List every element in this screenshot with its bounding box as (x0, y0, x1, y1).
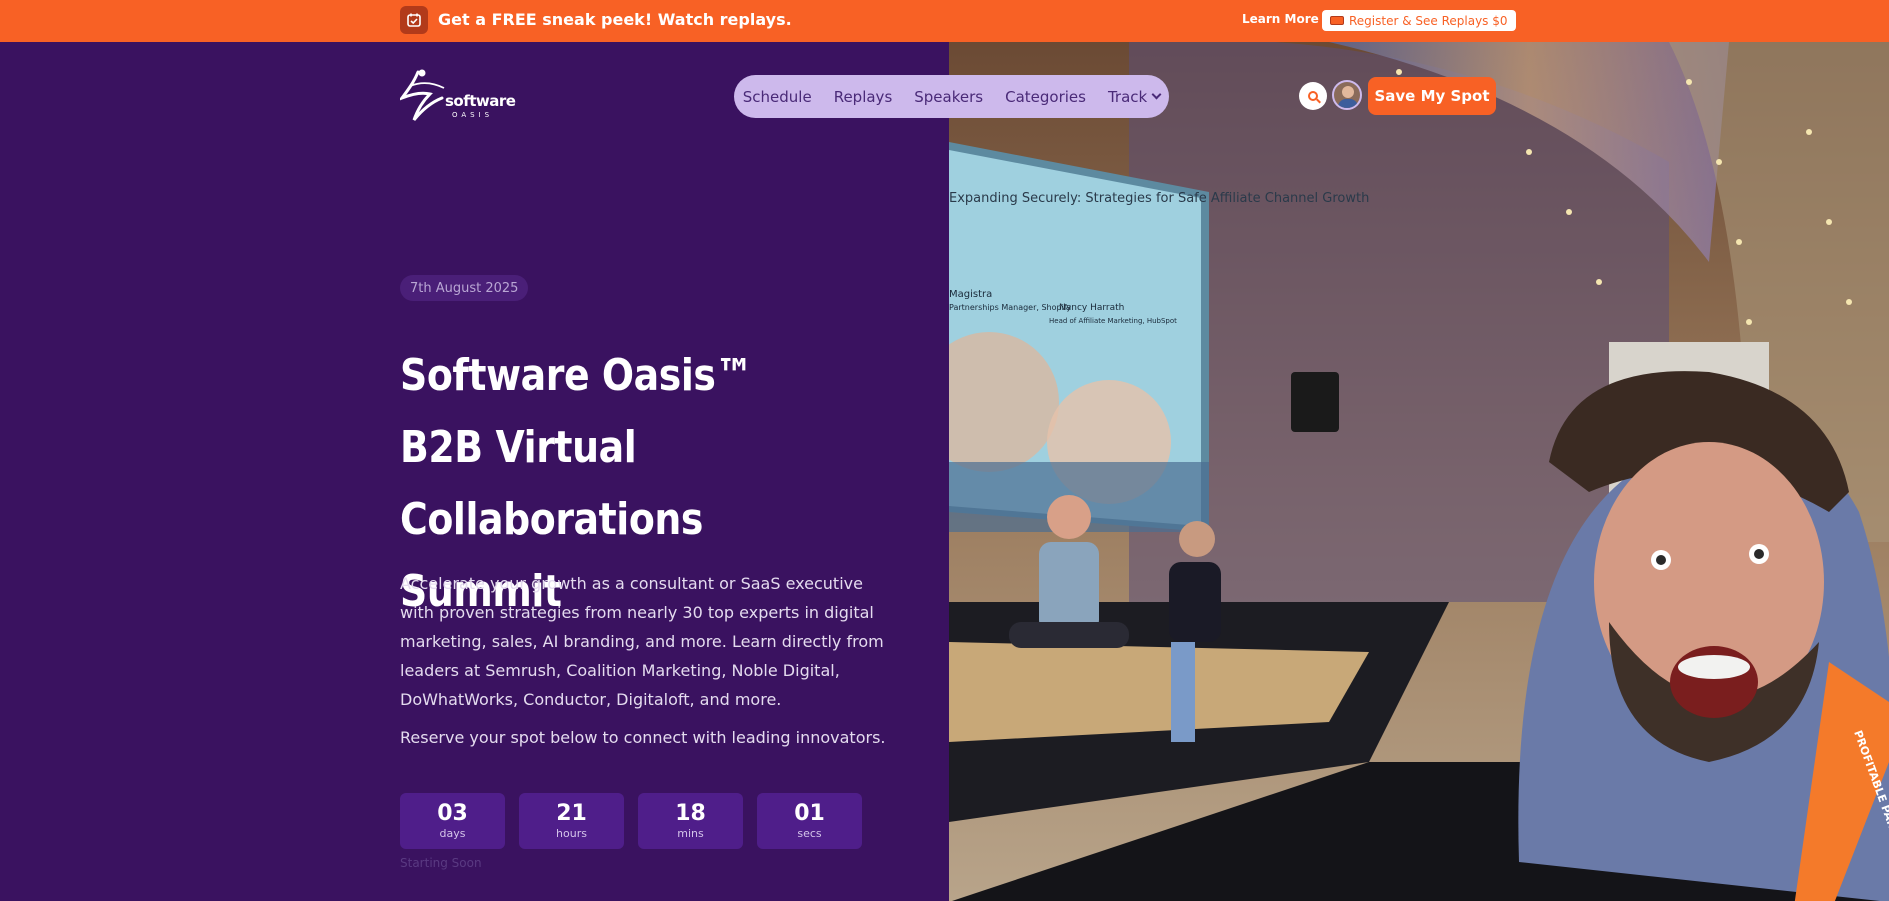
countdown-mins-value: 18 (675, 801, 706, 826)
countdown-mins: 18 mins (638, 793, 743, 849)
countdown-days-value: 03 (437, 801, 468, 826)
countdown-hours: 21 hours (519, 793, 624, 849)
countdown-timer: 03 days 21 hours 18 mins 01 secs (400, 793, 862, 849)
countdown-secs-value: 01 (794, 801, 825, 826)
screen-title-text: Expanding Securely: Strategies for Safe … (949, 191, 1369, 206)
announcement-bar: Get a FREE sneak peek! Watch replays. Le… (0, 0, 1889, 42)
ticket-icon (1330, 16, 1344, 25)
countdown-caption: Starting Soon (400, 856, 482, 870)
nav-track-label: Track (1107, 87, 1148, 106)
countdown-secs: 01 secs (757, 793, 862, 849)
screen-speaker-b-role: Head of Affiliate Marketing, HubSpot (1049, 317, 1177, 325)
nav-replays[interactable]: Replays (834, 88, 893, 106)
conference-photo-illustration: Expanding Securely: Strategies for Safe … (949, 42, 1889, 901)
countdown-mins-label: mins (677, 827, 704, 840)
learn-more-link[interactable]: Learn More (1242, 12, 1319, 26)
hero-reserve-text: Reserve your spot below to connect with … (400, 728, 886, 747)
screen-speaker-a-role: Partnerships Manager, Shopify (949, 303, 1071, 312)
countdown-days-label: days (439, 827, 466, 840)
nav-schedule[interactable]: Schedule (743, 88, 812, 106)
countdown-hours-label: hours (556, 827, 587, 840)
search-icon (1308, 91, 1318, 101)
countdown-secs-label: secs (797, 827, 822, 840)
hero-photo: Expanding Securely: Strategies for Safe … (949, 42, 1889, 901)
nav-speakers[interactable]: Speakers (914, 88, 983, 106)
main-nav: Schedule Replays Speakers Categories Tra… (734, 75, 1169, 118)
logo-subtext: OASIS (452, 111, 494, 119)
calendar-check-icon (400, 6, 428, 34)
event-date-badge: 7th August 2025 (400, 275, 529, 301)
countdown-hours-value: 21 (556, 801, 587, 826)
countdown-days: 03 days (400, 793, 505, 849)
avatar[interactable] (1332, 80, 1362, 110)
hero-description: Accelerate your growth as a consultant o… (400, 574, 884, 709)
nav-track[interactable]: Track (1107, 87, 1162, 106)
nav-categories[interactable]: Categories (1005, 88, 1086, 106)
screen-speaker-b: Nancy Harrath (1059, 303, 1124, 313)
screen-speaker-a: Magistra (949, 289, 992, 300)
chevron-down-icon (1151, 89, 1162, 100)
register-replays-button[interactable]: Register & See Replays $0 (1322, 10, 1516, 31)
register-replays-label: Register & See Replays $0 (1349, 13, 1508, 28)
logo-wordmark: software (445, 92, 516, 110)
announcement-text: Get a FREE sneak peek! Watch replays. (438, 10, 792, 29)
search-button[interactable] (1299, 82, 1327, 110)
save-my-spot-button[interactable]: Save My Spot (1368, 77, 1496, 115)
